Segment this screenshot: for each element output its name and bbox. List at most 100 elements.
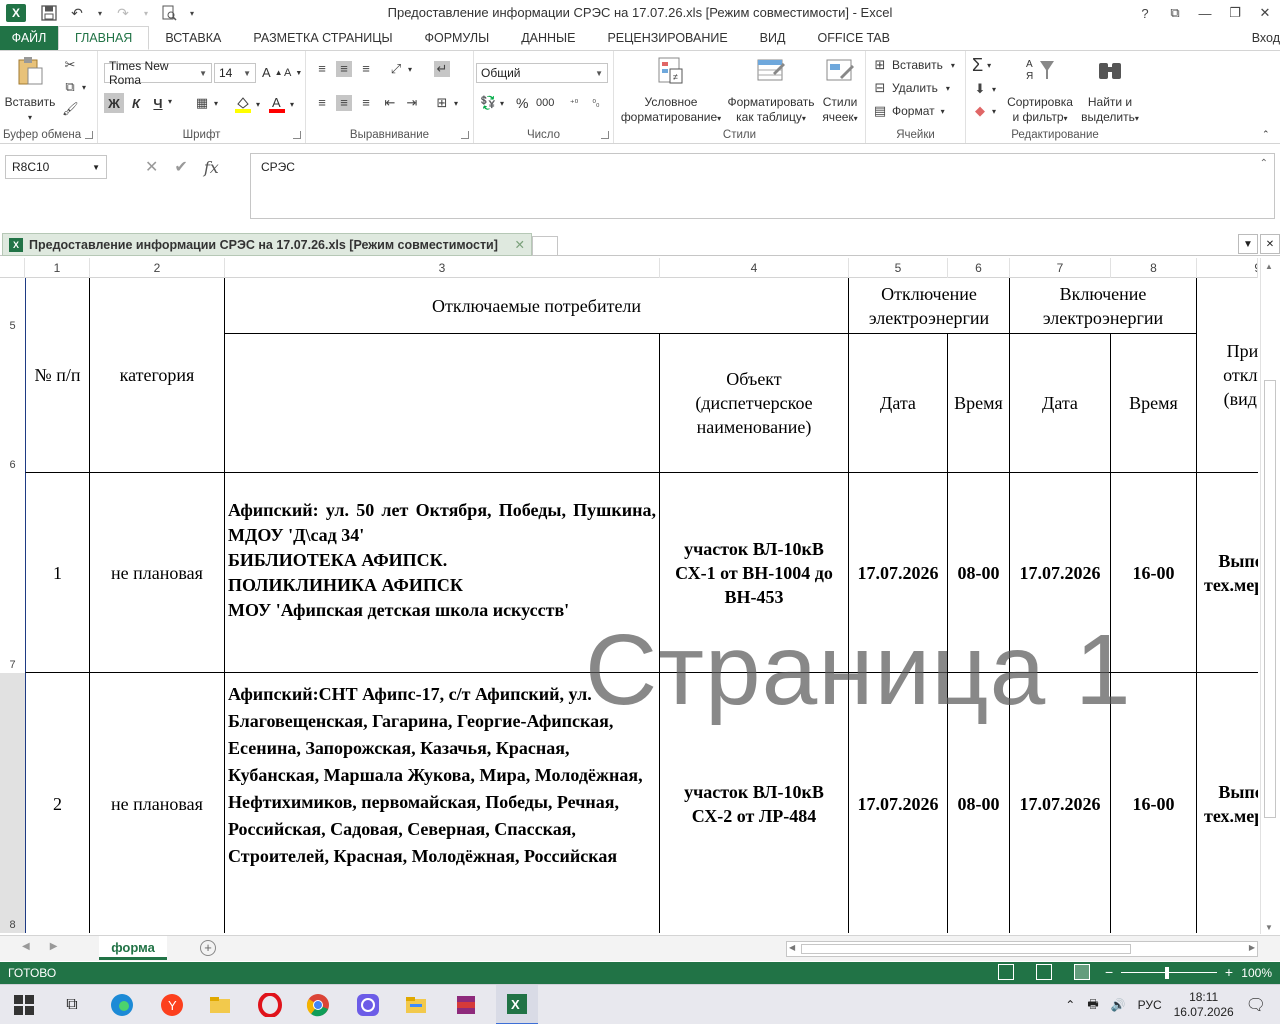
tab-list-dropdown-icon[interactable]: ▼ [1238, 234, 1258, 254]
scroll-down-icon[interactable]: ▼ [1265, 923, 1273, 932]
tab-review[interactable]: РЕЦЕНЗИРОВАНИЕ [591, 26, 743, 50]
column-header[interactable]: 7 [1010, 258, 1111, 278]
insert-cells-button[interactable]: ⊞ Вставить ▾ [872, 57, 955, 73]
undo-icon[interactable]: ↶ [68, 5, 86, 22]
header-on-time-cell[interactable]: Время [1111, 334, 1197, 473]
header-on-date-cell[interactable]: Дата [1010, 334, 1111, 473]
messenger-icon[interactable] [354, 991, 382, 1019]
add-sheet-button[interactable]: + [200, 940, 216, 956]
show-hidden-icons[interactable]: ⌃ [1065, 998, 1075, 1012]
header-off-cell[interactable]: Отключение электроэнергии [849, 278, 1010, 334]
zoom-out-icon[interactable]: − [1105, 964, 1113, 980]
yandex-browser-icon[interactable]: Y [158, 991, 186, 1019]
copy-icon[interactable]: ⧉ ▾ [62, 79, 86, 95]
row1-off-date-cell[interactable]: 17.07.2026 [849, 473, 948, 673]
italic-button[interactable]: К [126, 93, 146, 113]
increase-decimal-icon[interactable]: ⁺⁰ [566, 95, 582, 111]
align-center-icon[interactable]: ≡ [336, 95, 352, 111]
column-header[interactable]: 2 [90, 258, 225, 278]
formula-input[interactable]: СРЭС ⌃ [250, 153, 1275, 219]
row1-reason-cell[interactable]: Выпол тех.мер ти [1197, 473, 1258, 673]
tab-file[interactable]: ФАЙЛ [0, 26, 58, 50]
delete-cells-button[interactable]: ⊟ Удалить ▾ [872, 80, 950, 96]
sort-filter-button[interactable]: АЯ Сортировка и фильтр▾ [1002, 55, 1078, 126]
name-box[interactable]: R8C10 ▼ [5, 155, 107, 179]
zoom-level[interactable]: 100% [1241, 966, 1272, 980]
cancel-entry-icon[interactable]: ✕ [145, 157, 158, 177]
confirm-entry-icon[interactable]: ✔ [174, 157, 187, 177]
tab-office-tab[interactable]: OFFICE TAB [801, 26, 905, 50]
shrink-font-button[interactable]: A ▼ [284, 67, 302, 79]
bold-button[interactable]: Ж [104, 93, 124, 113]
wrap-text-icon[interactable]: ↵ [434, 61, 450, 77]
tab-page-layout[interactable]: РАЗМЕТКА СТРАНИЦЫ [237, 26, 408, 50]
scroll-left-icon[interactable]: ◀ [789, 943, 795, 952]
decrease-decimal-icon[interactable]: ⁰₀ [588, 95, 604, 111]
close-document-icon[interactable]: ✕ [1260, 234, 1280, 254]
orientation-icon[interactable]: ⤢ ▾ [388, 61, 412, 77]
insert-function-button[interactable]: fx [204, 158, 219, 177]
row1-on-time-cell[interactable]: 16-00 [1111, 473, 1197, 673]
clear-icon[interactable]: ◆ ▾ [972, 103, 996, 119]
header-num-cell[interactable]: № п/п [25, 278, 90, 473]
format-painter-icon[interactable]: 🖌 [62, 101, 79, 117]
grow-font-button[interactable]: A ▲ [262, 65, 283, 80]
restore-icon[interactable]: ❐ [1220, 0, 1250, 26]
undo-dropdown-icon[interactable]: ▾ [96, 9, 104, 18]
number-format-combo[interactable]: Общий ▼ [476, 63, 608, 83]
printer-icon[interactable]: 🖶 [1087, 995, 1098, 1016]
row2-off-date-cell[interactable]: 17.07.2026 [849, 673, 948, 933]
font-size-combo[interactable]: 14 ▼ [214, 63, 256, 83]
file-explorer-icon[interactable] [402, 991, 430, 1019]
row-header[interactable]: 8 [0, 673, 25, 933]
row-header[interactable]: 6 [0, 334, 25, 473]
header-consumers-sub-cell[interactable] [225, 334, 660, 473]
row-header[interactable]: 5 [0, 278, 25, 334]
percent-format-button[interactable]: % [516, 95, 528, 111]
redo-icon[interactable]: ↷ [114, 5, 132, 22]
document-tab[interactable]: X Предоставление информации СРЭС на 17.0… [2, 233, 532, 256]
cell-styles-button[interactable]: Стили ячеек▾ [816, 55, 864, 126]
borders-icon[interactable]: ▦ ▾ [194, 95, 218, 111]
underline-button[interactable]: Ч [148, 93, 168, 113]
row1-consumers-cell[interactable]: Афипский: ул. 50 лет Октября, Победы, Пу… [225, 473, 660, 673]
tab-data[interactable]: ДАННЫЕ [505, 26, 591, 50]
row-header[interactable]: 7 [0, 473, 25, 673]
decrease-indent-icon[interactable]: ⇤ [382, 95, 398, 111]
folder-files-icon[interactable] [206, 991, 234, 1019]
row1-object-cell[interactable]: участок ВЛ-10кВ СХ-1 от ВН-1004 до ВН-45… [660, 473, 849, 673]
close-tab-icon[interactable]: ✕ [515, 237, 525, 252]
row1-num-cell[interactable]: 1 [25, 473, 90, 673]
horizontal-scrollbar[interactable]: ◀ ▶ [786, 941, 1258, 957]
format-cells-button[interactable]: ▤ Формат ▾ [872, 103, 945, 119]
fill-icon[interactable]: ⬇ ▾ [972, 81, 996, 97]
font-name-combo[interactable]: Times New Roma ▼ [104, 59, 212, 87]
autosum-icon[interactable]: Σ ▾ [972, 55, 991, 76]
save-icon[interactable] [40, 5, 58, 21]
row2-consumers-cell[interactable]: Афипский:СНТ Афипс-17, с/т Афипский, ул.… [225, 673, 660, 933]
merge-center-icon[interactable]: ⊞ ▾ [434, 95, 458, 111]
vertical-scrollbar[interactable]: ▲ ▼ [1260, 258, 1278, 934]
number-launcher-icon[interactable] [601, 131, 609, 139]
column-header[interactable]: 5 [849, 258, 948, 278]
row2-on-time-cell[interactable]: 16-00 [1111, 673, 1197, 933]
minimize-icon[interactable]: — [1190, 0, 1220, 26]
thousands-format-button[interactable]: 000 [536, 97, 554, 109]
clock[interactable]: 18:11 16.07.2026 [1174, 990, 1234, 1020]
vertical-scroll-thumb[interactable] [1264, 380, 1276, 818]
currency-format-icon[interactable]: 💱 ▾ [480, 95, 504, 111]
font-color-icon[interactable]: A ▾ [268, 95, 294, 113]
font-launcher-icon[interactable] [293, 131, 301, 139]
page-layout-view-icon[interactable] [1036, 964, 1052, 980]
header-off-date-cell[interactable]: Дата [849, 334, 948, 473]
header-category-cell[interactable]: категория [90, 278, 225, 473]
winrar-icon[interactable] [452, 991, 480, 1019]
opera-browser-icon[interactable] [256, 991, 284, 1019]
column-header[interactable]: 1 [25, 258, 90, 278]
tab-view[interactable]: ВИД [744, 26, 802, 50]
row2-category-cell[interactable]: не плановая [90, 673, 225, 933]
column-header[interactable]: 9 [1197, 258, 1258, 278]
header-on-cell[interactable]: Включение электроэнергии [1010, 278, 1197, 334]
ribbon-display-icon[interactable]: ⧉ [1160, 0, 1190, 26]
redo-dropdown-icon[interactable]: ▾ [142, 9, 150, 18]
